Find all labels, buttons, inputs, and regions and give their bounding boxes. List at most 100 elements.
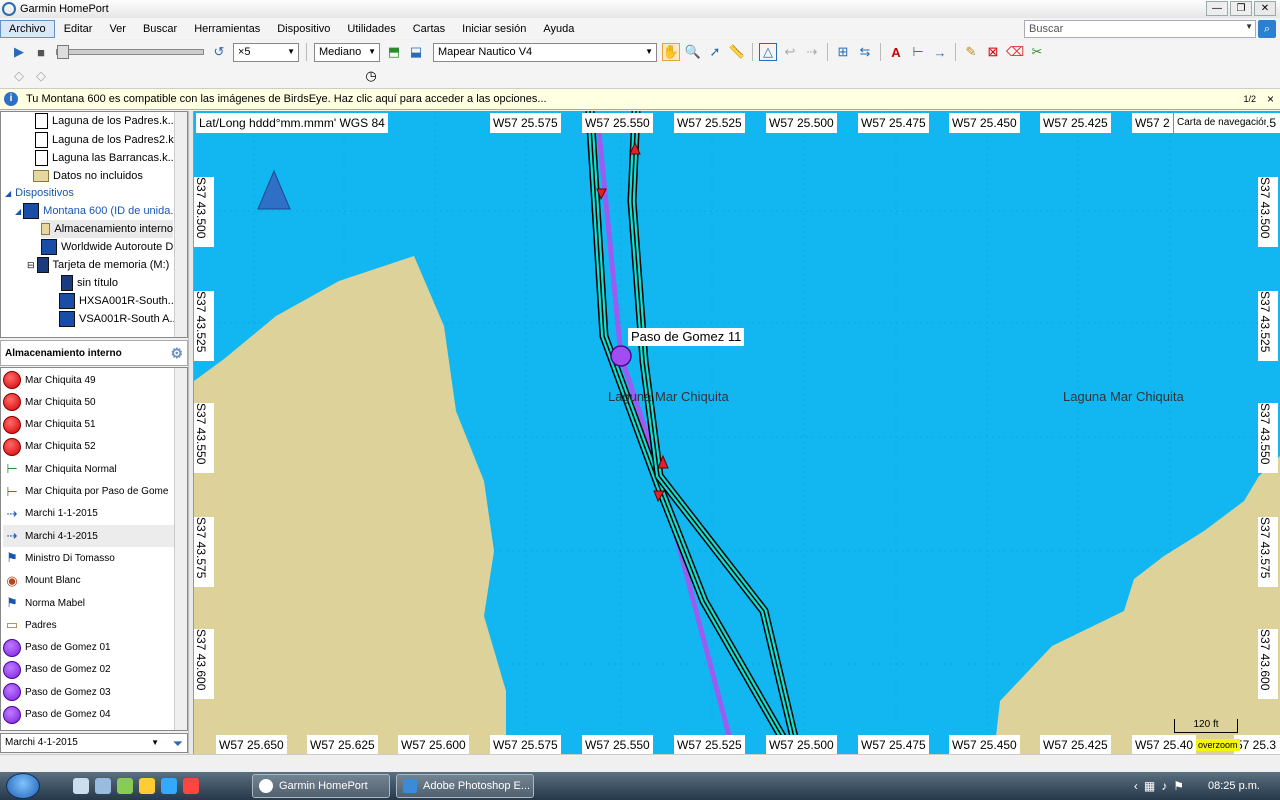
clock[interactable]: 08:25 p.m.: [1208, 780, 1260, 792]
tree-item[interactable]: VSA001R-South A...: [59, 310, 179, 328]
list-item[interactable]: ⚑ Ministro Di Tomasso: [3, 547, 175, 569]
start-button[interactable]: [6, 773, 40, 799]
flag-icon[interactable]: ⚑: [1173, 779, 1184, 793]
minimize-button[interactable]: —: [1206, 1, 1228, 16]
maximize-button[interactable]: ❐: [1230, 1, 1252, 16]
waypoint-tool-icon[interactable]: △: [759, 43, 777, 61]
tree-item-internal-storage[interactable]: Almacenamiento interno: [41, 220, 173, 238]
size-select[interactable]: Mediano ▼: [314, 42, 380, 62]
volume-icon[interactable]: ♪: [1161, 779, 1167, 793]
search-icon[interactable]: ⌕: [1258, 20, 1276, 38]
network-icon[interactable]: ▦: [1144, 779, 1155, 793]
measure-icon[interactable]: 📏: [728, 43, 746, 61]
import-icon[interactable]: ⬒: [385, 43, 403, 61]
waypoint-label[interactable]: Paso de Gomez 11: [628, 328, 745, 346]
list-item[interactable]: Mar Chiquita 51: [3, 414, 175, 436]
menu-ver[interactable]: Ver: [101, 21, 134, 37]
eraser-icon[interactable]: ⌫: [1006, 43, 1024, 61]
list-item[interactable]: Paso de Gomez 04: [3, 704, 175, 726]
delete-selection-icon[interactable]: ⊠: [984, 43, 1002, 61]
active-track-select[interactable]: Marchi 4-1-2015 ▼ ⏷: [0, 733, 188, 753]
media-icon[interactable]: [117, 778, 133, 794]
show-desktop-icon[interactable]: [73, 778, 89, 794]
folder-icon[interactable]: [139, 778, 155, 794]
loop-icon[interactable]: ↺: [210, 43, 228, 61]
chevron-down-icon[interactable]: ▼: [1245, 22, 1253, 31]
ie-icon[interactable]: [161, 778, 177, 794]
tree-item[interactable]: Laguna las Barrancas.k...: [35, 149, 177, 167]
info-bar[interactable]: i Tu Montana 600 es compatible con las i…: [0, 88, 1280, 110]
next-waypoint-icon[interactable]: ◇: [32, 67, 50, 85]
list-item[interactable]: Mar Chiquita 50: [3, 391, 175, 413]
chrome-icon[interactable]: [183, 778, 199, 794]
stop-icon[interactable]: ■: [32, 43, 50, 61]
menu-herramientas[interactable]: Herramientas: [186, 21, 268, 37]
hand-pan-icon[interactable]: ✋: [662, 43, 680, 61]
tree-item[interactable]: Laguna de los Padres.k...: [35, 112, 177, 130]
fit-map-icon[interactable]: ⊞: [834, 43, 852, 61]
menu-cartas[interactable]: Cartas: [405, 21, 453, 37]
task-homeport[interactable]: Garmin HomePort: [252, 774, 390, 798]
new-route-icon[interactable]: ⊢: [909, 43, 927, 61]
menu-buscar[interactable]: Buscar: [135, 21, 185, 37]
speed-select[interactable]: ×5 ▼: [233, 42, 299, 62]
list-item[interactable]: ◉ Mount Blanc: [3, 570, 175, 592]
menu-utilidades[interactable]: Utilidades: [339, 21, 403, 37]
edit-icon[interactable]: ✎: [962, 43, 980, 61]
slider-thumb[interactable]: [57, 45, 69, 59]
tree-item[interactable]: sin título: [61, 274, 118, 292]
menu-iniciar-sesion[interactable]: Iniciar sesión: [454, 21, 534, 37]
list-item[interactable]: Mar Chiquita 49: [3, 369, 175, 391]
list-item[interactable]: ⚑ Norma Mabel: [3, 592, 175, 614]
tree-item[interactable]: HXSA001R-South...: [59, 292, 177, 310]
play-icon[interactable]: ▶: [10, 43, 28, 61]
clock-icon[interactable]: ◷: [362, 67, 380, 85]
route-tool-icon[interactable]: ↩: [781, 43, 799, 61]
track-tool-icon[interactable]: ⇢: [803, 43, 821, 61]
search-input[interactable]: Buscar ▼: [1024, 20, 1256, 38]
zoom-icon[interactable]: 🔍: [684, 43, 702, 61]
menu-ayuda[interactable]: Ayuda: [535, 21, 582, 37]
task-photoshop[interactable]: Adobe Photoshop E...: [396, 774, 534, 798]
list-item[interactable]: ▭ Padres: [3, 614, 175, 636]
prev-waypoint-icon[interactable]: ◇: [10, 67, 28, 85]
tree-item-dispositivos[interactable]: ◢ Dispositivos: [5, 184, 74, 202]
map-canvas[interactable]: [194, 111, 1280, 754]
tree-item[interactable]: Laguna de los Padres2.k...: [35, 131, 183, 149]
sync-icon[interactable]: ⇆: [856, 43, 874, 61]
tree-item-memory-card[interactable]: ⊟ Tarjeta de memoria (M:): [27, 256, 169, 274]
select-arrow-icon[interactable]: ➚: [706, 43, 724, 61]
list-item[interactable]: ⊢ Mar Chiquita por Paso de Gome: [3, 481, 175, 503]
tools-icon[interactable]: ✂: [1028, 43, 1046, 61]
list-item[interactable]: ⊢ Mar Chiquita Normal: [3, 458, 175, 480]
close-icon[interactable]: ×: [1267, 92, 1274, 106]
playback-slider[interactable]: [56, 45, 204, 59]
tree-scrollbar[interactable]: [174, 112, 187, 337]
chart-type-label[interactable]: Carta de navegación: [1174, 113, 1273, 133]
list-item[interactable]: Paso de Gomez 01: [3, 637, 175, 659]
export-icon[interactable]: ⬓: [407, 43, 425, 61]
close-button[interactable]: ✕: [1254, 1, 1276, 16]
list-item[interactable]: Mar Chiquita 52: [3, 436, 175, 458]
collapse-icon[interactable]: ◢: [5, 189, 11, 198]
filter-icon[interactable]: ⏷: [173, 736, 183, 752]
collapse-icon[interactable]: ⊟: [27, 260, 35, 271]
explorer-icon[interactable]: [95, 778, 111, 794]
gear-icon[interactable]: ⚙: [170, 345, 183, 362]
tray-expand-icon[interactable]: ‹: [1134, 779, 1138, 793]
text-tool-icon[interactable]: A: [887, 43, 905, 61]
menu-archivo[interactable]: Archivo: [0, 19, 55, 38]
info-message[interactable]: Tu Montana 600 es compatible con las imá…: [26, 93, 547, 105]
new-track-icon[interactable]: →: [931, 43, 949, 61]
list-item[interactable]: Paso de Gomez 02: [3, 659, 175, 681]
list-item[interactable]: Paso de Gomez 03: [3, 681, 175, 703]
list-scrollbar[interactable]: [174, 368, 187, 730]
menu-dispositivo[interactable]: Dispositivo: [269, 21, 338, 37]
menu-editar[interactable]: Editar: [56, 21, 101, 37]
tree-item[interactable]: Worldwide Autoroute D...: [41, 238, 182, 256]
collapse-icon[interactable]: ◢: [15, 207, 21, 216]
map-select[interactable]: Mapear Nautico V4 ▼: [433, 42, 657, 62]
tree-item-device[interactable]: ◢ Montana 600 (ID de unida...: [15, 202, 180, 220]
list-item[interactable]: ⇢ Marchi 4-1-2015: [3, 525, 175, 548]
map-view[interactable]: Lat/Long hddd°mm.mmm' WGS 84 W57 25.575 …: [194, 111, 1280, 754]
